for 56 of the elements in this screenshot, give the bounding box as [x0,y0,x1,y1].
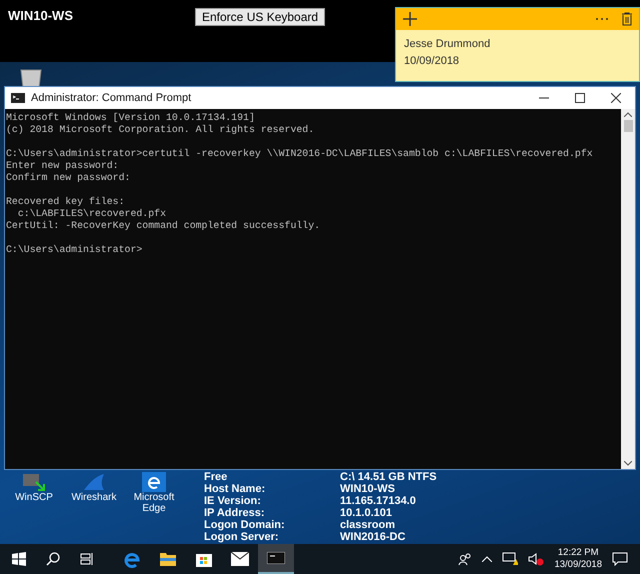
info-value: 10.1.0.101 [340,508,393,520]
start-icon[interactable] [12,552,26,566]
search-icon[interactable] [46,552,60,566]
more-icon[interactable] [595,17,609,21]
scrollbar[interactable] [621,109,635,469]
note-text: Jesse Drummond [404,37,492,52]
envelope-icon [231,552,249,566]
info-value: 11.165.17134.0 [340,496,417,508]
volume-muted-icon[interactable] [528,552,544,566]
info-label: Logon Server: [204,532,280,544]
console-line: (c) 2018 Microsoft Corporation. All rights reserved. [6,124,316,136]
info-label: IE Version: [204,496,262,508]
console-icon [11,93,25,103]
close-icon[interactable] [611,93,621,103]
scrollbar-thumb[interactable] [624,120,632,132]
network-warning-icon[interactable] [502,552,518,566]
console-line: Microsoft Windows [Version 10.0.17134.191] [6,112,256,124]
console-line: c:\LABFILES\recovered.pfx [16,208,168,220]
task-view-icon[interactable] [80,552,94,566]
add-icon[interactable] [402,11,418,27]
desktop-icon-label[interactable]: Microsoft Edge [128,492,180,514]
desktop-icon-label[interactable]: WinSCP [15,492,53,503]
enforce-keyboard-button[interactable]: Enforce US Keyboard [195,8,326,26]
notifications-icon[interactable] [612,552,628,566]
console-taskbar-button[interactable] [258,544,294,574]
people-icon[interactable] [458,552,472,566]
info-label: Host Name: [204,484,266,496]
scroll-down-icon[interactable] [624,461,632,466]
console-line: CertUtil: -RecoverKey command completed successfully. [6,220,322,232]
console-line: Enter new password: [6,160,120,172]
scroll-up-icon[interactable] [624,112,632,117]
edge-icon [123,550,141,568]
console-icon [267,552,285,564]
info-value: classroom [340,520,396,532]
edge-icon[interactable] [142,472,166,492]
console-line: Confirm new password: [6,172,132,184]
console-line: C:\Users\administrator> [6,244,144,256]
info-label: IP Address: [204,508,266,520]
clock-time[interactable]: 12:22 PM [558,547,599,559]
window-title: Administrator: Command Prompt [31,92,192,104]
info-label: Free [204,472,228,484]
delete-icon[interactable] [621,12,633,26]
chevron-up-icon[interactable] [482,556,492,562]
console-line: C:\Users\administrator>certutil -recoverkey \\WIN2016-DC\LABFILES\samblob c:\LABFILES\recovered.pfx [6,148,594,160]
console-line: Recovered key files: [6,196,126,208]
info-value: C:\ 14.51 GB NTFS [340,472,437,484]
info-label: Logon Domain: [204,520,286,532]
desktop-icon-label[interactable]: Wireshark [71,492,116,503]
info-value: WIN10-WS [340,484,396,496]
info-value: WIN2016-DC [340,532,406,544]
folder-icon [159,551,177,567]
note-text: 10/09/2018 [404,54,460,69]
winscp-icon[interactable] [22,472,46,492]
maximize-icon[interactable] [575,93,585,103]
host-name: WIN10-WS [8,8,73,23]
clock-date[interactable]: 13/09/2018 [554,559,602,571]
